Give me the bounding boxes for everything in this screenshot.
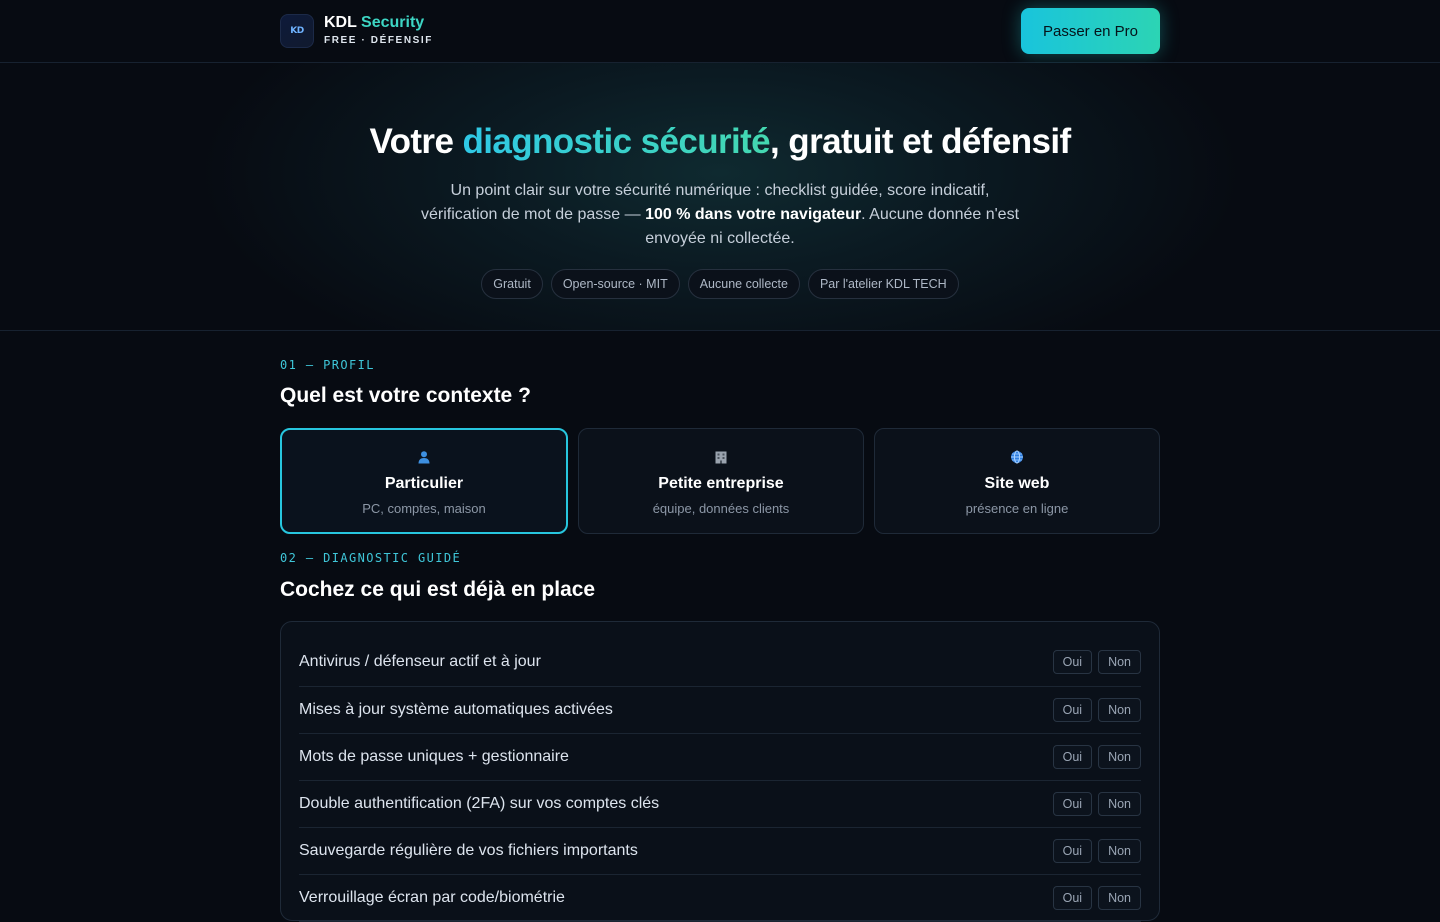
badge-by-atelier: Par l'atelier KDL TECH	[807, 269, 959, 299]
badge-free: Gratuit	[481, 269, 543, 299]
checklist-row: Verrouillage écran par code/biométrie Ou…	[299, 875, 1141, 922]
section-title-diagnostic: Cochez ce qui est déjà en place	[280, 578, 596, 601]
badge-no-collection: Aucune collecte	[687, 269, 800, 299]
diagnostic-checklist: Antivirus / défenseur actif et à jour Ou…	[280, 621, 1160, 922]
yes-no-group: Oui Non	[1052, 886, 1141, 910]
checklist-row: Sauvegarde régulière de vos fichiers imp…	[299, 828, 1141, 875]
checklist-row: Mots de passe uniques + gestionnaire Oui…	[299, 734, 1141, 781]
profile-card-petite-entreprise[interactable]: Petite entreprise équipe, données client…	[578, 428, 864, 534]
yes-button[interactable]: Oui	[1052, 698, 1093, 722]
globe-icon	[1009, 449, 1025, 465]
upgrade-pro-button[interactable]: Passer en Pro	[1021, 8, 1160, 54]
yes-button[interactable]: Oui	[1052, 745, 1093, 769]
section-title-profile: Quel est votre contexte ?	[280, 384, 531, 407]
brand[interactable]: KD KDL Security FREE · DÉFENSIF	[280, 13, 433, 48]
logo: KD	[280, 13, 314, 48]
hero-title-part1: Votre	[369, 122, 463, 161]
hero-title: Votre diagnostic sécurité, gratuit et dé…	[0, 121, 1440, 163]
brand-name-primary: KDL	[324, 14, 357, 31]
hero-subtitle-bold: 100 % dans votre navigateur	[645, 206, 862, 223]
profile-cards: Particulier PC, comptes, maison Petite e…	[280, 428, 1160, 534]
brand-name-accent: Security	[361, 14, 425, 31]
yes-button[interactable]: Oui	[1052, 792, 1093, 816]
no-button[interactable]: Non	[1098, 745, 1141, 769]
yes-no-group: Oui Non	[1052, 745, 1141, 769]
hero-badges: Gratuit Open-source · MIT Aucune collect…	[0, 269, 1440, 299]
no-button[interactable]: Non	[1098, 792, 1141, 816]
profile-card-title: Particulier	[384, 475, 464, 492]
profile-card-desc: équipe, données clients	[652, 501, 790, 516]
checklist-item-label: Mots de passe uniques + gestionnaire	[299, 748, 569, 765]
yes-no-group: Oui Non	[1052, 650, 1141, 674]
brand-text: KDL Security FREE · DÉFENSIF	[324, 13, 433, 48]
hero-title-highlight: diagnostic sécurité	[462, 122, 771, 161]
building-icon	[713, 449, 729, 465]
section-label-diagnostic: 02 — DIAGNOSTIC GUIDÉ	[280, 551, 462, 565]
profile-card-site-web[interactable]: Site web présence en ligne	[874, 428, 1160, 534]
checklist-item-label: Sauvegarde régulière de vos fichiers imp…	[299, 842, 638, 859]
profile-card-title: Site web	[984, 475, 1050, 492]
checklist-item-label: Antivirus / défenseur actif et à jour	[299, 653, 541, 670]
profile-card-particulier[interactable]: Particulier PC, comptes, maison	[280, 428, 568, 534]
section-label-profile: 01 — PROFIL	[280, 358, 375, 372]
user-icon	[416, 449, 432, 465]
badge-open-source: Open-source · MIT	[550, 269, 680, 299]
no-button[interactable]: Non	[1098, 698, 1141, 722]
checklist-item-label: Double authentification (2FA) sur vos co…	[299, 795, 660, 812]
checklist-row: Antivirus / défenseur actif et à jour Ou…	[299, 622, 1141, 687]
top-bar: KD KDL Security FREE · DÉFENSIF Passer e…	[0, 0, 1440, 63]
no-button[interactable]: Non	[1098, 839, 1141, 863]
checklist-row: Double authentification (2FA) sur vos co…	[299, 781, 1141, 828]
brand-tagline: FREE · DÉFENSIF	[324, 35, 434, 46]
yes-no-group: Oui Non	[1052, 839, 1141, 863]
yes-button[interactable]: Oui	[1052, 839, 1093, 863]
no-button[interactable]: Non	[1098, 650, 1141, 674]
no-button[interactable]: Non	[1098, 886, 1141, 910]
checklist-item-label: Verrouillage écran par code/biométrie	[299, 889, 565, 906]
yes-button[interactable]: Oui	[1052, 650, 1093, 674]
yes-no-group: Oui Non	[1052, 792, 1141, 816]
yes-button[interactable]: Oui	[1052, 886, 1093, 910]
checklist-row: Mises à jour système automatiques activé…	[299, 687, 1141, 734]
profile-card-title: Petite entreprise	[658, 475, 784, 492]
hero: Votre diagnostic sécurité, gratuit et dé…	[0, 63, 1440, 331]
profile-card-desc: présence en ligne	[965, 501, 1069, 516]
logo-mark: KD	[290, 25, 304, 36]
hero-subtitle: Un point clair sur votre sécurité numéri…	[420, 179, 1020, 251]
yes-no-group: Oui Non	[1052, 698, 1141, 722]
brand-name: KDL Security	[324, 13, 433, 33]
profile-card-desc: PC, comptes, maison	[362, 501, 486, 516]
checklist-item-label: Mises à jour système automatiques activé…	[299, 701, 613, 718]
hero-title-part2: , gratuit et défensif	[770, 122, 1071, 161]
